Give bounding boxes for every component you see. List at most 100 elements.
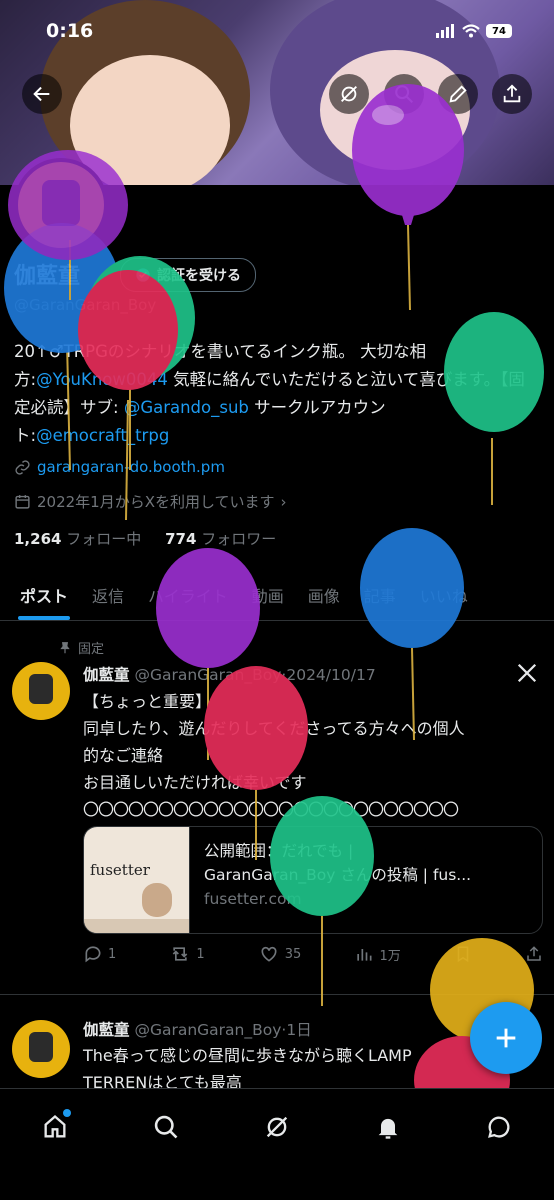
nav-home[interactable] bbox=[35, 1107, 75, 1147]
battery-indicator: 74 bbox=[486, 24, 512, 38]
retweet-icon bbox=[173, 947, 188, 961]
tweet-header: 伽藍童 @GaranGaran_Boy·1日 bbox=[83, 1021, 312, 1039]
views-button[interactable]: 1万 bbox=[354, 944, 401, 964]
reply-icon bbox=[85, 946, 101, 963]
tab-highlights[interactable]: ハイライト bbox=[136, 570, 240, 620]
compose-button[interactable] bbox=[470, 1002, 542, 1074]
following-label: フォロー中 bbox=[66, 530, 142, 548]
link-card[interactable]: fusetter 公開範囲：だれでも | GaranGaran_Boy さんの投… bbox=[83, 826, 543, 934]
joined-row: 2022年1月からXを利用しています › bbox=[14, 491, 287, 512]
tab-videos[interactable]: 動画 bbox=[240, 570, 296, 620]
tweet-header: 伽藍童 @GaranGaran_Boy·2024/10/17 bbox=[83, 666, 376, 684]
nav-explore[interactable] bbox=[146, 1107, 186, 1147]
messages-icon bbox=[487, 1116, 510, 1138]
tweet-line: お目通しいただければ幸いです bbox=[83, 773, 307, 792]
tweet-date[interactable]: 1日 bbox=[286, 1021, 311, 1039]
tweet-line: 的なご連絡 bbox=[83, 746, 164, 765]
followers-label: フォロワー bbox=[201, 530, 277, 548]
following-link[interactable]: 1,264 フォロー中 bbox=[14, 530, 141, 548]
reply-button[interactable]: 1 bbox=[83, 944, 116, 964]
followers-link[interactable]: 774 フォロワー bbox=[165, 530, 276, 548]
retweet-button[interactable]: 1 bbox=[169, 944, 205, 964]
grok-icon bbox=[341, 86, 357, 102]
edit-icon bbox=[449, 85, 467, 103]
signal-icon bbox=[436, 24, 454, 38]
back-button[interactable] bbox=[22, 74, 62, 114]
bookmark-button[interactable] bbox=[454, 944, 472, 964]
share-icon bbox=[503, 84, 521, 103]
compose-icon bbox=[496, 1028, 516, 1048]
share-icon bbox=[527, 946, 541, 961]
tab-likes[interactable]: いいね bbox=[408, 570, 480, 620]
profile-tabs: ポスト 返信 ハイライト 動画 画像 記事 いいね bbox=[0, 570, 554, 621]
wifi-icon bbox=[462, 24, 480, 38]
view-count: 1万 bbox=[379, 948, 401, 964]
x-logo-icon bbox=[516, 662, 538, 688]
tweet-date[interactable]: 2024/10/17 bbox=[286, 666, 375, 684]
analytics-icon bbox=[357, 949, 372, 961]
tweet-author-name[interactable]: 伽藍童 bbox=[83, 666, 130, 684]
verified-badge-icon bbox=[136, 268, 150, 282]
website-row[interactable]: garangaran-do.booth.pm bbox=[14, 458, 225, 476]
tab-replies[interactable]: 返信 bbox=[80, 570, 136, 620]
website-link[interactable]: garangaran-do.booth.pm bbox=[37, 458, 225, 476]
card-domain: fusetter.com bbox=[204, 890, 302, 908]
follow-stats: 1,264 フォロー中 774 フォロワー bbox=[14, 528, 276, 549]
tweet-share-button[interactable] bbox=[525, 944, 543, 964]
search-button[interactable] bbox=[384, 74, 424, 114]
profile-handle: @GaranGaran_Boy bbox=[14, 296, 157, 314]
bio-mention-link[interactable]: @YouKnow0044 bbox=[36, 370, 168, 389]
get-verified-button[interactable]: 認証を受ける bbox=[120, 258, 256, 292]
like-count: 35 bbox=[284, 946, 302, 962]
chevron-right-icon: › bbox=[280, 492, 287, 511]
tweet-author-handle: @GaranGaran_Boy bbox=[134, 1021, 282, 1039]
card-title: GaranGaran_Boy さんの投稿 | fus... bbox=[204, 866, 472, 884]
tweet-avatar[interactable] bbox=[12, 662, 70, 720]
tab-images[interactable]: 画像 bbox=[296, 570, 352, 620]
tweet-author-name[interactable]: 伽藍童 bbox=[83, 1021, 130, 1039]
nav-notifications[interactable] bbox=[368, 1107, 408, 1147]
profile-avatar[interactable] bbox=[14, 158, 108, 252]
profile-name: 伽藍童 bbox=[14, 264, 81, 289]
link-icon bbox=[15, 459, 30, 475]
tweet-text: 【ちょっと重要】 同卓したり、遊んだりしてくださってる方々への個人 的なご連絡 … bbox=[83, 688, 543, 823]
reply-count: 1 bbox=[108, 946, 117, 962]
card-text: 公開範囲：だれでも | GaranGaran_Boy さんの投稿 | fus..… bbox=[190, 827, 485, 933]
tab-posts[interactable]: ポスト bbox=[8, 570, 80, 620]
heart-icon bbox=[261, 946, 277, 962]
following-count: 1,264 bbox=[14, 530, 62, 548]
grok-icon bbox=[266, 1116, 288, 1138]
edit-button[interactable] bbox=[438, 74, 478, 114]
pin-icon bbox=[60, 641, 70, 653]
card-title: 公開範囲：だれでも | bbox=[204, 842, 354, 860]
nav-grok[interactable] bbox=[257, 1107, 297, 1147]
search-icon bbox=[395, 85, 413, 103]
followers-count: 774 bbox=[165, 530, 197, 548]
tweet-line: 〇〇〇〇〇〇〇〇〇〇〇〇〇〇〇〇〇〇〇〇〇〇〇〇〇 bbox=[83, 800, 459, 819]
calendar-icon bbox=[15, 495, 30, 509]
get-verified-label: 認証を受ける bbox=[157, 268, 241, 284]
tweet-avatar[interactable] bbox=[12, 1020, 70, 1078]
bio-mention-link[interactable]: @emocraft_trpg bbox=[36, 426, 169, 445]
share-button[interactable] bbox=[492, 74, 532, 114]
pinned-indicator: 固定 bbox=[58, 638, 104, 657]
joined-date: 2022年1月からXを利用しています bbox=[37, 493, 275, 511]
tweet-line: 同卓したり、遊んだりしてくださってる方々への個人 bbox=[83, 719, 465, 738]
bookmark-icon bbox=[457, 946, 469, 963]
tweet-line: 【ちょっと重要】 bbox=[83, 692, 212, 711]
tweet-divider bbox=[0, 994, 554, 995]
card-thumbnail: fusetter bbox=[84, 827, 190, 933]
tab-articles[interactable]: 記事 bbox=[352, 570, 408, 620]
grok-button[interactable] bbox=[329, 74, 369, 114]
nav-messages[interactable] bbox=[479, 1107, 519, 1147]
bottom-navigation bbox=[0, 1088, 554, 1200]
like-button[interactable]: 35 bbox=[258, 944, 302, 964]
bio-mention-link[interactable]: @Garando_sub bbox=[124, 398, 249, 417]
status-bar: 0:16 74 bbox=[0, 0, 554, 60]
status-time: 0:16 bbox=[46, 20, 94, 42]
notifications-icon bbox=[378, 1118, 398, 1139]
tweet-actions: 1 1 35 1万 bbox=[83, 944, 543, 964]
explore-icon bbox=[154, 1115, 178, 1139]
tweet-author-handle: @GaranGaran_Boy bbox=[134, 666, 282, 684]
card-thumb-text: fusetter bbox=[90, 861, 150, 879]
